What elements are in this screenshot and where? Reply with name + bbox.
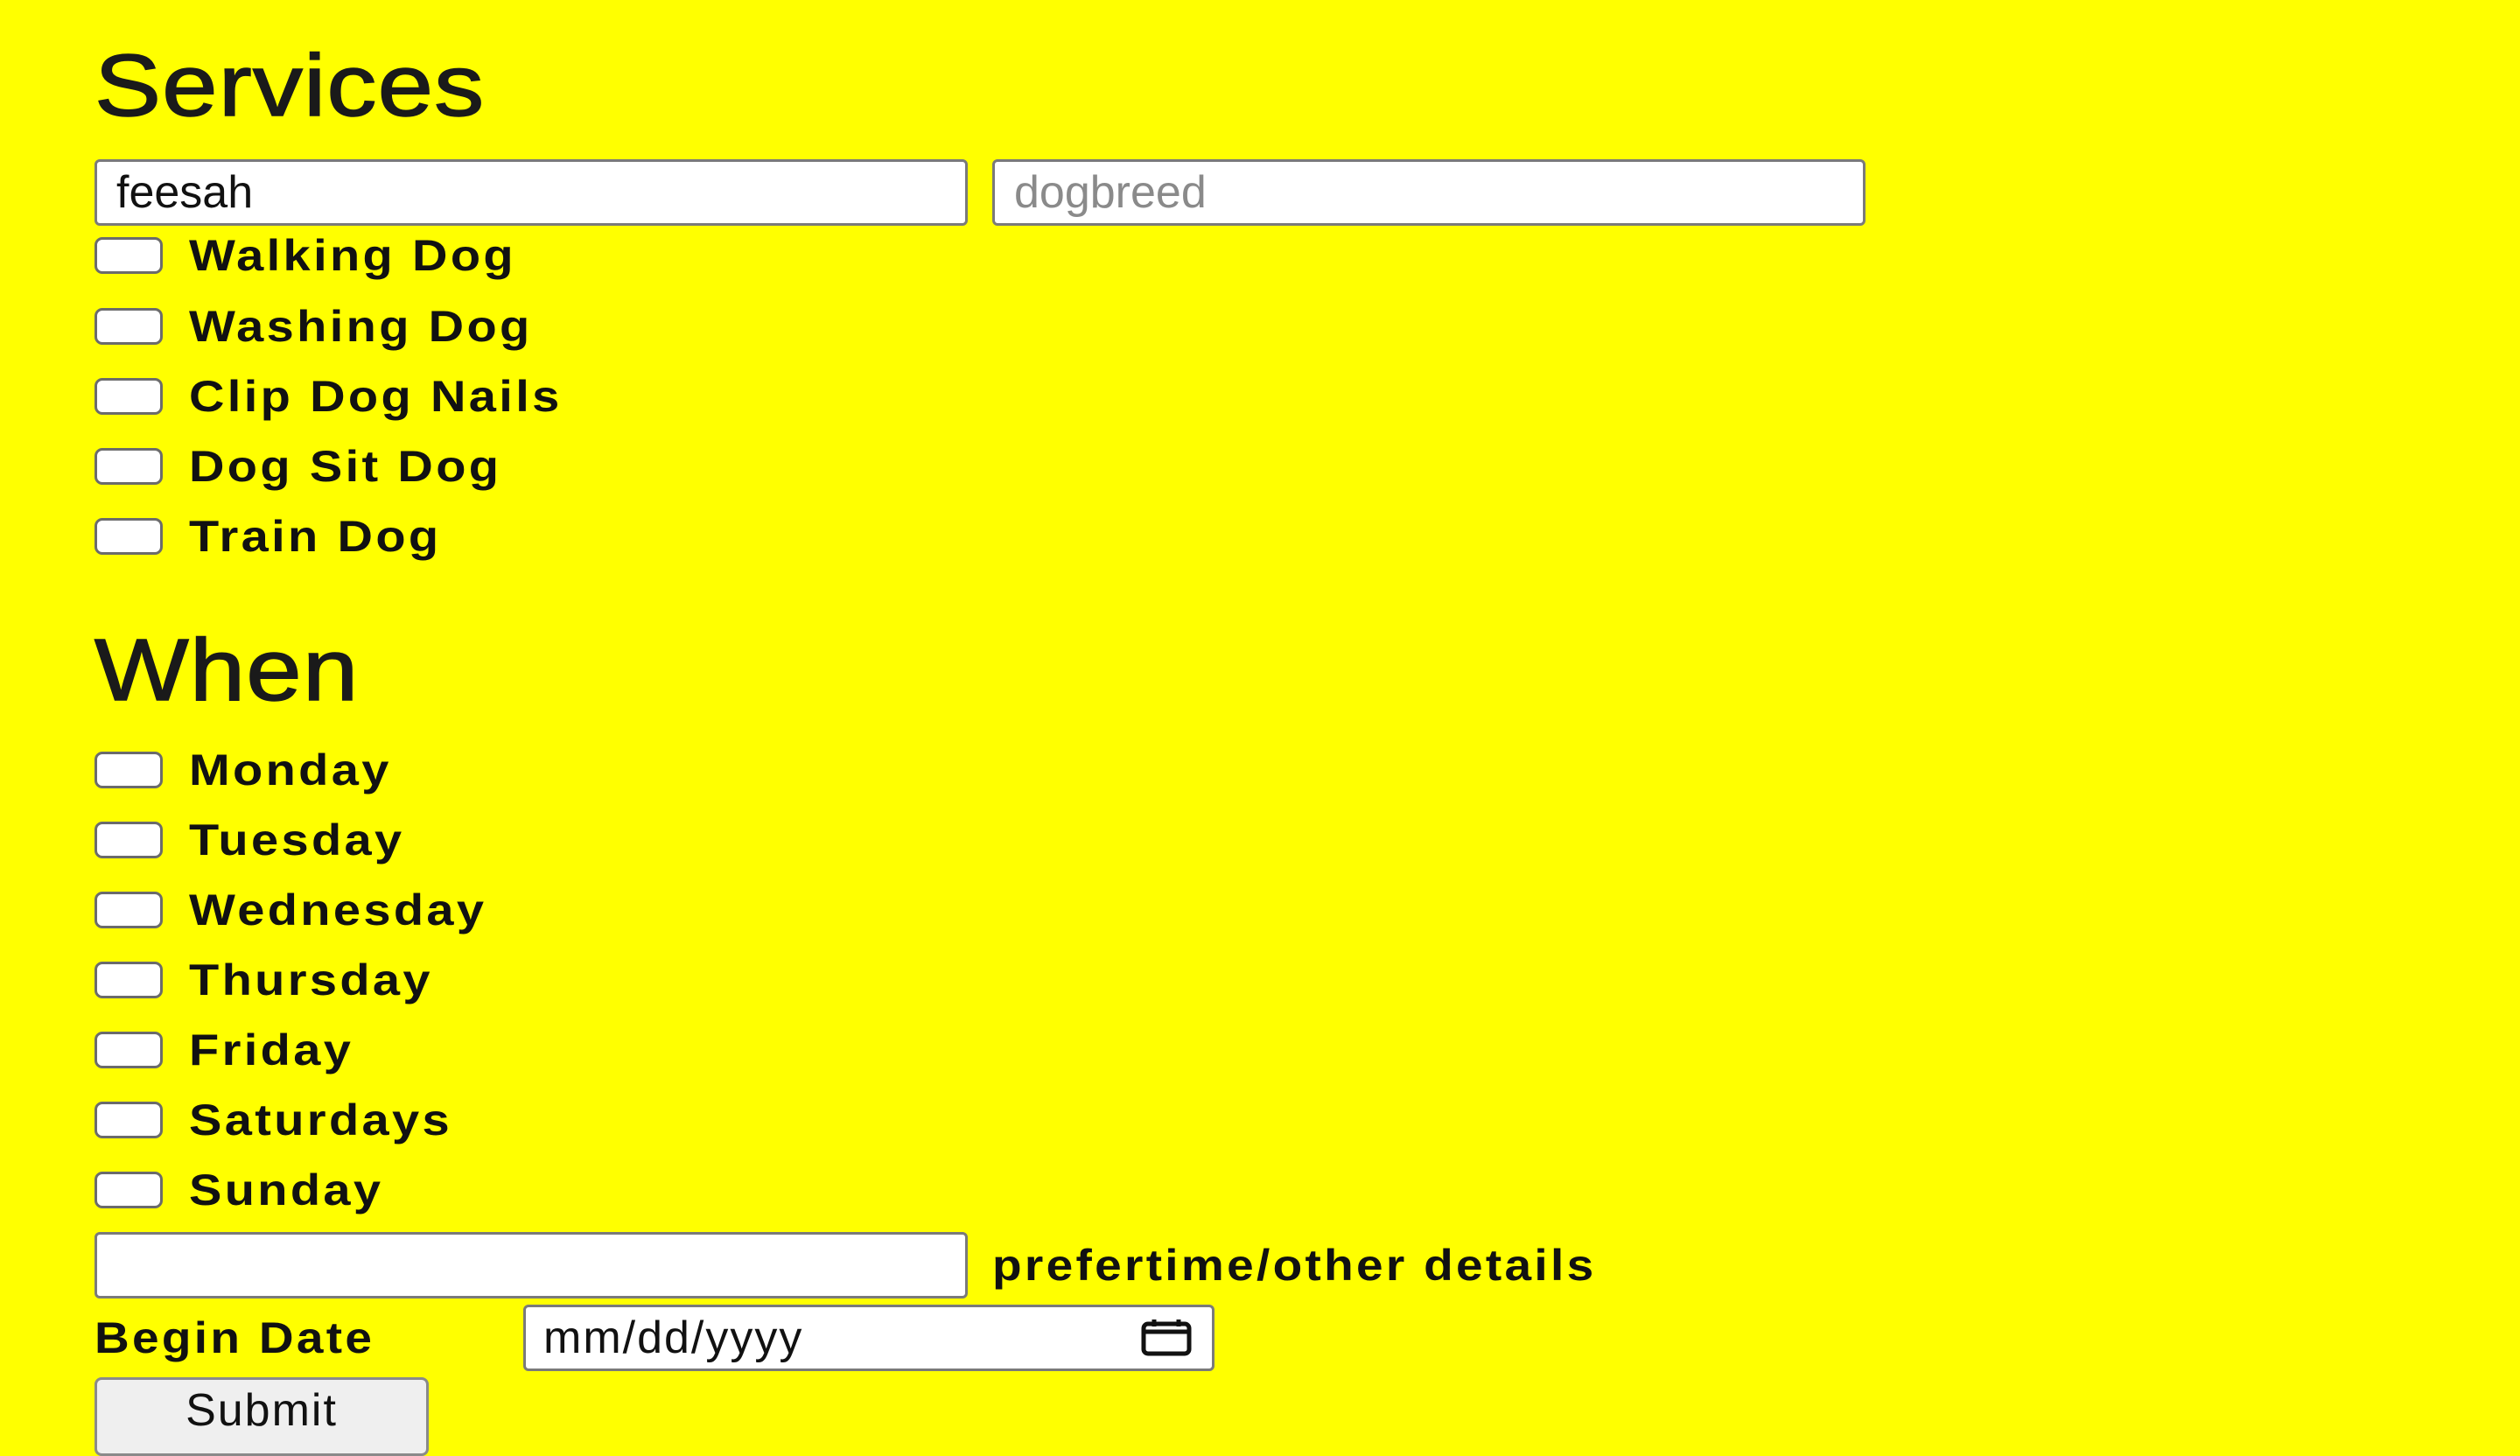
day-option-tuesday[interactable]: Tuesday [94,816,402,864]
prefer-time-details-input[interactable] [94,1232,968,1298]
sunday-label: Sunday [189,1166,384,1214]
service-option-clip-dog-nails[interactable]: Clip Dog Nails [94,372,559,421]
day-option-wednesday[interactable]: Wednesday [94,886,484,934]
service-option-train-dog[interactable]: Train Dog [94,512,438,561]
tuesday-checkbox[interactable] [94,822,163,858]
begin-date-placeholder: mm/dd/yyyy [543,1312,804,1363]
begin-date-input[interactable]: mm/dd/yyyy [523,1305,1214,1371]
train-dog-checkbox[interactable] [94,518,163,555]
day-option-monday[interactable]: Monday [94,746,388,794]
washing-dog-checkbox[interactable] [94,308,163,345]
begin-date-label: Begin Date [94,1313,375,1362]
monday-checkbox[interactable] [94,752,163,788]
clip-dog-nails-label: Clip Dog Nails [189,372,563,421]
washing-dog-label: Washing Dog [189,302,533,351]
friday-label: Friday [189,1026,354,1074]
saturdays-label: Saturdays [189,1096,453,1144]
calendar-icon[interactable] [1138,1319,1194,1357]
saturdays-checkbox[interactable] [94,1102,163,1138]
when-heading: When [94,621,360,719]
wednesday-label: Wednesday [189,886,487,934]
thursday-label: Thursday [189,956,433,1004]
walking-dog-label: Walking Dog [189,231,516,280]
dog-sit-dog-checkbox[interactable] [94,448,163,485]
service-option-washing-dog[interactable]: Washing Dog [94,302,529,351]
wednesday-checkbox[interactable] [94,892,163,928]
day-option-thursday[interactable]: Thursday [94,956,430,1004]
services-heading: Services [94,37,486,135]
sunday-checkbox[interactable] [94,1172,163,1208]
thursday-checkbox[interactable] [94,962,163,998]
day-option-sunday[interactable]: Sunday [94,1166,381,1214]
service-option-dog-sit-dog[interactable]: Dog Sit Dog [94,442,499,491]
train-dog-label: Train Dog [189,512,442,561]
clip-dog-nails-checkbox[interactable] [94,378,163,415]
dog-sit-dog-label: Dog Sit Dog [189,442,502,491]
tuesday-label: Tuesday [189,816,405,864]
dog-breed-input[interactable] [992,159,1866,226]
day-option-saturdays[interactable]: Saturdays [94,1096,450,1144]
prefer-time-details-label: prefertime/other details [992,1241,1597,1290]
friday-checkbox[interactable] [94,1032,163,1068]
day-option-friday[interactable]: Friday [94,1026,351,1074]
walking-dog-checkbox[interactable] [94,237,163,274]
monday-label: Monday [189,746,392,794]
submit-button[interactable]: Submit [94,1377,429,1456]
service-option-walking-dog[interactable]: Walking Dog [94,231,514,280]
owner-name-input[interactable] [94,159,968,226]
